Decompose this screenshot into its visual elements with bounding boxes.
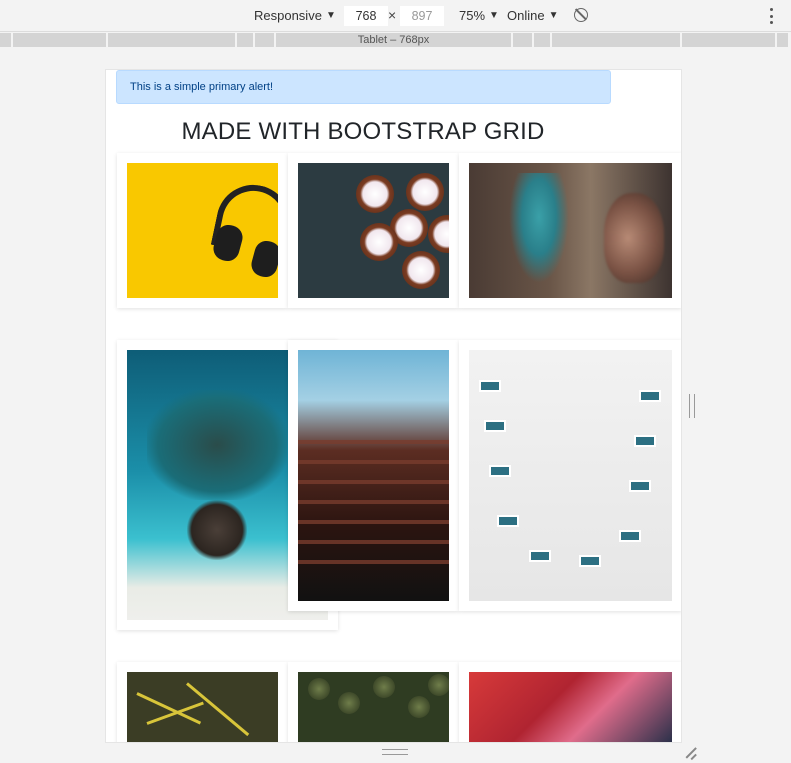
- gallery-card-graffiti[interactable]: [459, 153, 681, 308]
- cupcakes-photo: [298, 163, 449, 298]
- emulated-viewport: This is a simple primary alert! MADE WIT…: [105, 69, 682, 743]
- resize-height-handle[interactable]: [382, 749, 408, 755]
- network-select[interactable]: Online ▼: [507, 8, 558, 23]
- media-query-bar: Tablet – 768px: [0, 32, 791, 48]
- media-query-label: Tablet – 768px: [357, 34, 430, 46]
- gallery-card-palms[interactable]: [288, 662, 459, 742]
- caret-down-icon: ▼: [325, 10, 336, 21]
- gallery-card-cupcakes[interactable]: [288, 153, 459, 308]
- page-heading: MADE WITH BOOTSTRAP GRID: [181, 118, 545, 145]
- gallery-card-leaves[interactable]: [117, 662, 288, 742]
- media-query-segment[interactable]: [0, 33, 11, 47]
- tower-photo: [298, 350, 449, 601]
- graffiti-photo: [469, 163, 672, 298]
- rotate-icon[interactable]: [574, 8, 588, 22]
- media-query-segment[interactable]: [237, 33, 253, 47]
- media-query-segment[interactable]: [552, 33, 680, 47]
- headphones-photo: [127, 163, 278, 298]
- gallery-card-building[interactable]: [459, 340, 681, 611]
- height-input[interactable]: [400, 6, 444, 26]
- gallery-card-street-art[interactable]: [459, 662, 681, 742]
- zoom-select[interactable]: 75% ▼: [459, 8, 499, 23]
- gallery-card-tower[interactable]: [288, 340, 459, 611]
- media-query-segment[interactable]: [534, 33, 550, 47]
- media-query-segment[interactable]: [255, 33, 274, 47]
- caret-down-icon: ▼: [548, 10, 559, 21]
- gallery-card-headphones[interactable]: [117, 153, 288, 308]
- media-query-segment[interactable]: [108, 33, 235, 47]
- building-photo: [469, 350, 672, 601]
- device-label: Responsive: [254, 8, 322, 23]
- media-query-segment[interactable]: [777, 33, 788, 47]
- street-art-photo: [469, 672, 672, 742]
- network-label: Online: [507, 8, 545, 23]
- media-query-segment[interactable]: [13, 33, 106, 47]
- leaves-photo: [127, 672, 278, 742]
- caret-down-icon: ▼: [489, 10, 499, 21]
- media-query-segment[interactable]: [682, 33, 775, 47]
- palms-photo: [298, 672, 449, 742]
- device-select[interactable]: Responsive ▼: [254, 8, 336, 23]
- resize-width-handle[interactable]: [689, 394, 695, 418]
- width-input[interactable]: [344, 6, 388, 26]
- resize-corner-handle[interactable]: [684, 746, 698, 760]
- media-query-segment[interactable]: [513, 33, 532, 47]
- more-options-icon[interactable]: [768, 8, 774, 24]
- times-icon: ×: [388, 7, 397, 23]
- devtools-toolbar: Responsive ▼ × 75% ▼ Online ▼: [0, 0, 791, 32]
- primary-alert: This is a simple primary alert!: [116, 70, 611, 104]
- zoom-label: 75%: [459, 8, 486, 23]
